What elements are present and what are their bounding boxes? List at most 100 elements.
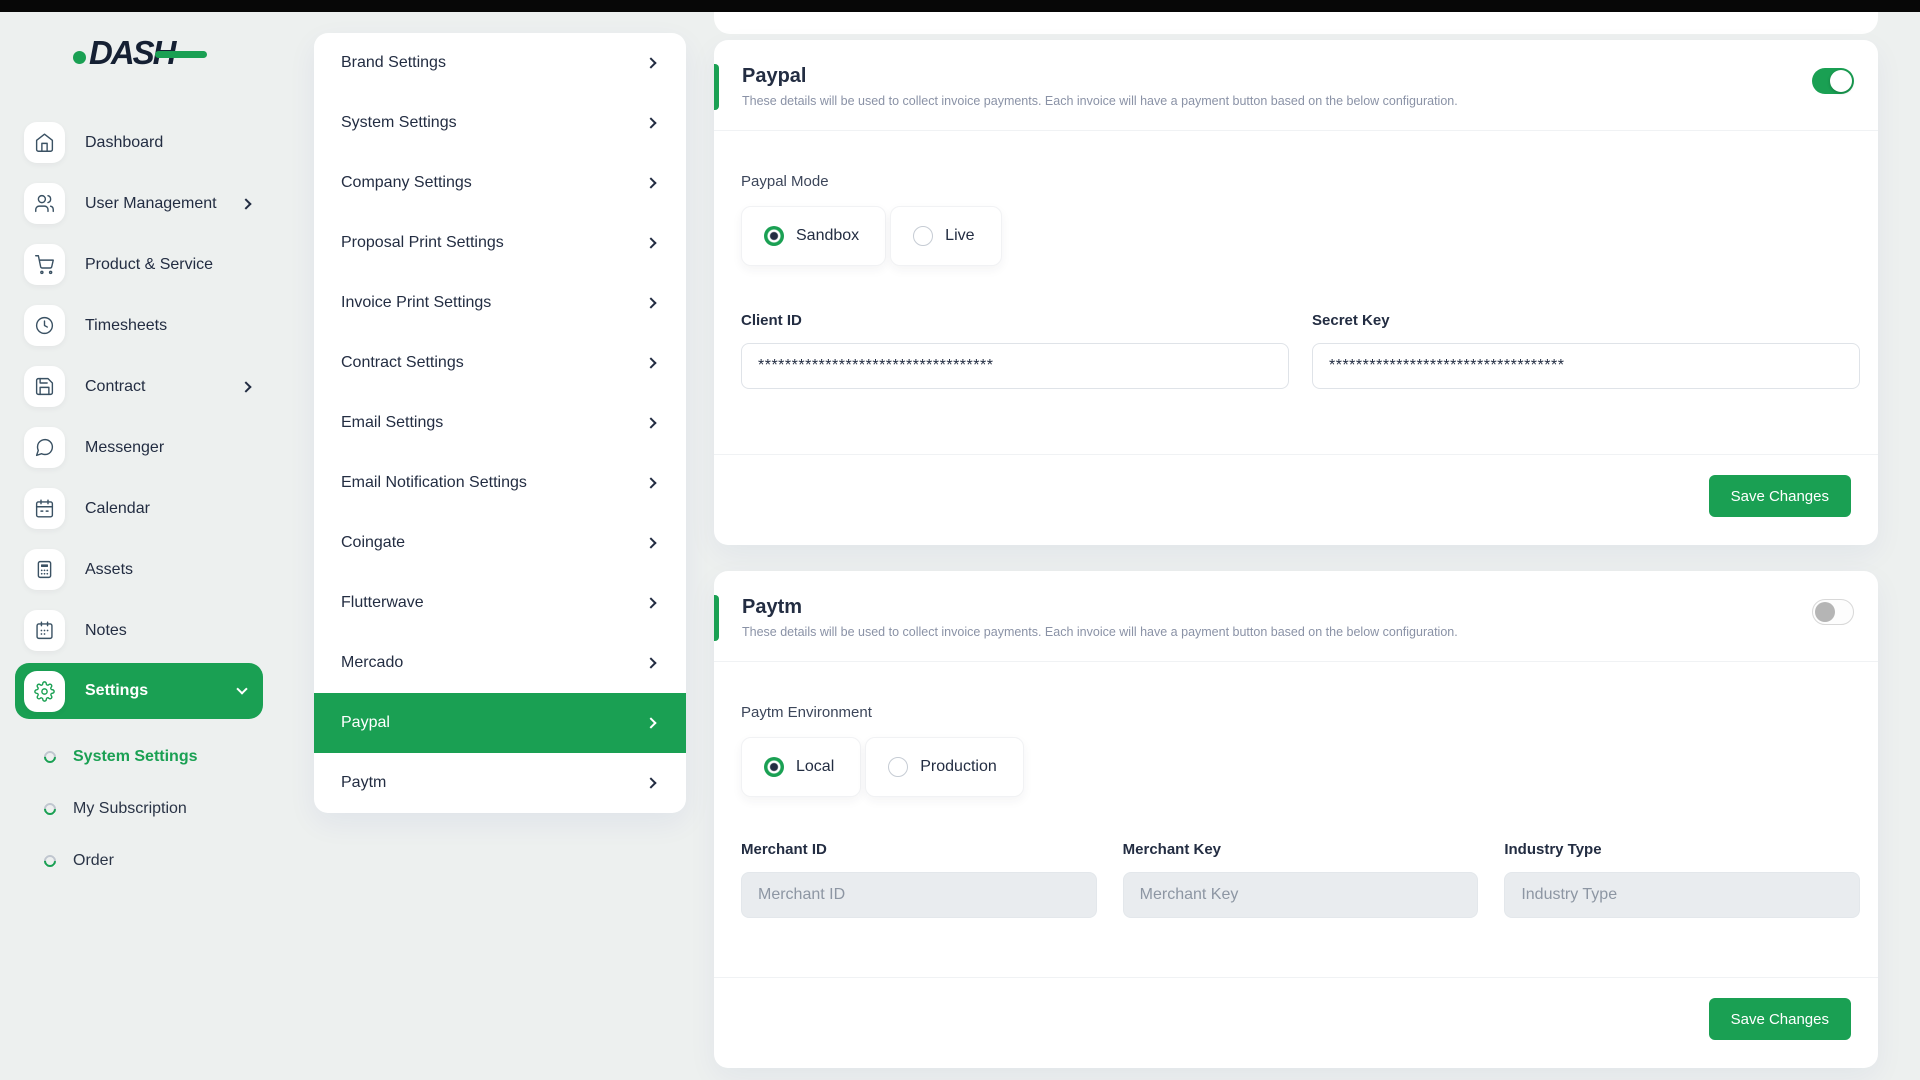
radio-icon xyxy=(764,226,784,246)
paypal-toggle[interactable] xyxy=(1812,68,1854,94)
bullet-icon xyxy=(42,749,59,766)
paypal-mode-sandbox-radio[interactable]: Sandbox xyxy=(741,206,886,266)
calculator-icon xyxy=(34,559,55,580)
sidebar-item-notes[interactable]: Notes xyxy=(0,600,285,661)
paypal-description: These details will be used to collect in… xyxy=(742,94,1458,108)
sidebar-item-timesheets[interactable]: Timesheets xyxy=(0,295,285,356)
paytm-environment-label: Paytm Environment xyxy=(741,704,1860,721)
industry-type-input[interactable] xyxy=(1504,872,1860,918)
clock-icon xyxy=(34,315,55,336)
sidebar-nav: Dashboard User Management Product & Serv… xyxy=(0,112,285,722)
settings-submenu: System Settings My Subscription Order xyxy=(0,731,285,887)
chevron-right-icon xyxy=(241,199,251,209)
sidebar-item-contract[interactable]: Contract xyxy=(0,356,285,417)
chevron-right-icon xyxy=(646,118,656,128)
chevron-right-icon xyxy=(241,382,251,392)
settings-menu-item-email-settings[interactable]: Email Settings xyxy=(314,393,686,453)
chevron-right-icon xyxy=(646,298,656,308)
sidebar-subitem-my-subscription[interactable]: My Subscription xyxy=(0,783,285,835)
gear-icon xyxy=(34,681,55,702)
chevron-right-icon xyxy=(646,58,656,68)
radio-icon xyxy=(888,757,908,777)
radio-icon xyxy=(913,226,933,246)
radio-icon xyxy=(764,757,784,777)
toggle-knob xyxy=(1830,70,1852,92)
paytm-toggle[interactable] xyxy=(1812,599,1854,625)
paytm-env-local-radio[interactable]: Local xyxy=(741,737,861,797)
scrolled-card-edge xyxy=(714,12,1878,34)
settings-menu-item-paytm[interactable]: Paytm xyxy=(314,753,686,813)
settings-menu-item-system-settings[interactable]: System Settings xyxy=(314,93,686,153)
top-bar xyxy=(0,0,1920,12)
icon-tile xyxy=(24,366,65,407)
logo-dot xyxy=(73,51,86,64)
bullet-icon xyxy=(42,853,59,870)
app-logo[interactable]: DASH xyxy=(68,36,228,80)
industry-type-label: Industry Type xyxy=(1504,841,1860,858)
chevron-right-icon xyxy=(646,538,656,548)
settings-menu-item-company-settings[interactable]: Company Settings xyxy=(314,153,686,213)
merchant-id-input[interactable] xyxy=(741,872,1097,918)
chevron-right-icon xyxy=(646,598,656,608)
cart-icon xyxy=(34,254,55,275)
secret-key-input[interactable] xyxy=(1312,343,1860,389)
sidebar: DASH Dashboard User Management Product &… xyxy=(0,12,285,1080)
sidebar-item-product-service[interactable]: Product & Service xyxy=(0,234,285,295)
settings-menu-item-invoice-print-settings[interactable]: Invoice Print Settings xyxy=(314,273,686,333)
chevron-right-icon xyxy=(646,478,656,488)
sidebar-item-calendar[interactable]: Calendar xyxy=(0,478,285,539)
chevron-down-icon xyxy=(237,686,247,696)
chevron-right-icon xyxy=(646,778,656,788)
bullet-icon xyxy=(42,801,59,818)
chevron-right-icon xyxy=(646,178,656,188)
icon-tile xyxy=(24,183,65,224)
paytm-card-header: Paytm These details will be used to coll… xyxy=(714,571,1878,662)
calendar-icon xyxy=(34,498,55,519)
settings-menu-item-paypal[interactable]: Paypal xyxy=(314,693,686,753)
settings-menu-item-mercado[interactable]: Mercado xyxy=(314,633,686,693)
icon-tile xyxy=(24,427,65,468)
settings-menu-item-brand-settings[interactable]: Brand Settings xyxy=(314,33,686,93)
settings-menu-item-contract-settings[interactable]: Contract Settings xyxy=(314,333,686,393)
sidebar-item-user-management[interactable]: User Management xyxy=(0,173,285,234)
paypal-mode-live-radio[interactable]: Live xyxy=(890,206,1001,266)
sidebar-subitem-system-settings[interactable]: System Settings xyxy=(0,731,285,783)
icon-tile xyxy=(24,244,65,285)
icon-tile xyxy=(24,610,65,651)
toggle-knob xyxy=(1815,602,1835,622)
merchant-key-input[interactable] xyxy=(1123,872,1479,918)
home-icon xyxy=(34,132,55,153)
paypal-card-header: Paypal These details will be used to col… xyxy=(714,40,1878,131)
settings-menu-item-email-notification-settings[interactable]: Email Notification Settings xyxy=(314,453,686,513)
chevron-right-icon xyxy=(646,418,656,428)
notes-icon xyxy=(34,620,55,641)
settings-menu-panel: Brand Settings System Settings Company S… xyxy=(314,33,686,813)
paypal-card: Paypal These details will be used to col… xyxy=(714,40,1878,545)
save-icon xyxy=(34,376,55,397)
sidebar-subitem-order[interactable]: Order xyxy=(0,835,285,887)
merchant-key-label: Merchant Key xyxy=(1123,841,1479,858)
logo-bar xyxy=(155,51,207,58)
paypal-save-button[interactable]: Save Changes xyxy=(1709,475,1851,517)
paytm-env-production-radio[interactable]: Production xyxy=(865,737,1024,797)
paypal-mode-label: Paypal Mode xyxy=(741,173,1860,190)
settings-menu-item-coingate[interactable]: Coingate xyxy=(314,513,686,573)
client-id-label: Client ID xyxy=(741,312,1289,329)
icon-tile xyxy=(24,549,65,590)
icon-tile xyxy=(24,671,65,712)
settings-menu-item-proposal-print-settings[interactable]: Proposal Print Settings xyxy=(314,213,686,273)
client-id-input[interactable] xyxy=(741,343,1289,389)
merchant-id-label: Merchant ID xyxy=(741,841,1097,858)
sidebar-item-assets[interactable]: Assets xyxy=(0,539,285,600)
sidebar-item-dashboard[interactable]: Dashboard xyxy=(0,112,285,173)
settings-menu-item-flutterwave[interactable]: Flutterwave xyxy=(314,573,686,633)
chat-icon xyxy=(34,437,55,458)
chevron-right-icon xyxy=(646,658,656,668)
chevron-right-icon xyxy=(646,718,656,728)
secret-key-label: Secret Key xyxy=(1312,312,1860,329)
paytm-save-button[interactable]: Save Changes xyxy=(1709,998,1851,1040)
paytm-description: These details will be used to collect in… xyxy=(742,625,1458,639)
paytm-card: Paytm These details will be used to coll… xyxy=(714,571,1878,1068)
sidebar-item-settings[interactable]: Settings xyxy=(15,663,263,719)
sidebar-item-messenger[interactable]: Messenger xyxy=(0,417,285,478)
